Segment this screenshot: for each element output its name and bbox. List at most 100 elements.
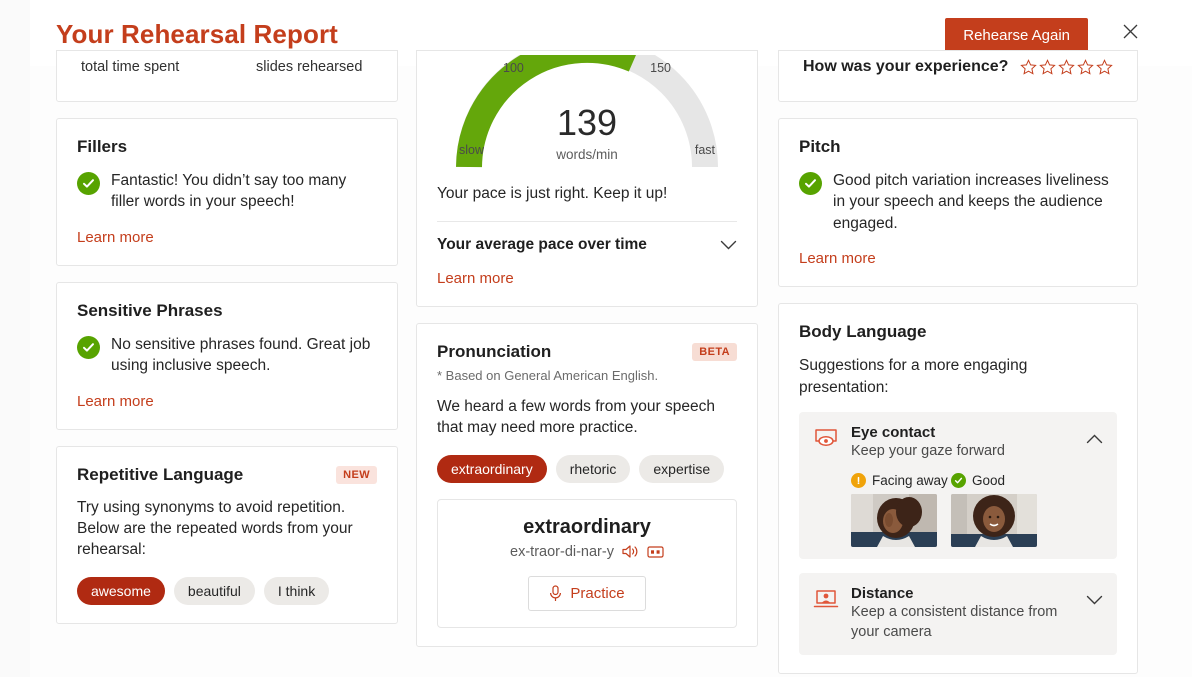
rehearse-again-button[interactable]: Rehearse Again xyxy=(945,18,1088,53)
pace-message: Your pace is just right. Keep it up! xyxy=(437,185,668,202)
check-circle-icon xyxy=(77,172,100,195)
example-good-label: Good xyxy=(972,473,1006,489)
eye-contact-examples: Facing away Good xyxy=(813,473,1103,548)
experience-label: How was your experience? xyxy=(803,58,1009,75)
pronunciation-syllables: ex-traor-di-nar-y xyxy=(510,543,614,560)
distance-title: Distance xyxy=(851,585,914,603)
pitch-title: Pitch xyxy=(799,137,841,156)
average-pace-label: Your average pace over time xyxy=(437,236,647,253)
pronunciation-title: Pronunciation xyxy=(437,342,552,361)
pronunciation-detail-word: extraordinary xyxy=(523,515,651,538)
body-language-item-eye-contact[interactable]: Eye contact Keep your gaze forward Facin… xyxy=(799,411,1117,560)
pronunciation-word-chip[interactable]: expertise xyxy=(639,454,725,483)
body-language-card: Body Language Suggestions for a more eng… xyxy=(778,303,1138,674)
body-language-title: Body Language xyxy=(799,322,927,342)
eye-contact-subtitle: Keep your gaze forward xyxy=(851,442,1005,459)
experience-card: How was your experience? xyxy=(778,50,1138,102)
star-outline-icon[interactable] xyxy=(1058,59,1075,75)
close-icon xyxy=(1123,24,1137,38)
pronunciation-note: * Based on General American English. xyxy=(437,368,659,383)
beta-badge: BETA xyxy=(692,343,737,361)
pace-value: 139 xyxy=(556,102,618,143)
chevron-down-icon xyxy=(720,240,737,249)
example-facing-away-thumbnail xyxy=(851,494,937,548)
fillers-learn-more-link[interactable]: Learn more xyxy=(77,229,154,246)
pronunciation-word-chip[interactable]: extraordinary xyxy=(437,454,547,483)
average-pace-toggle[interactable]: Your average pace over time xyxy=(437,236,737,254)
left-gutter xyxy=(0,0,30,677)
pace-unit: words/min xyxy=(556,147,618,162)
repeated-word-chip[interactable]: beautiful xyxy=(173,576,255,605)
stats-card: total time spent slides rehearsed xyxy=(56,50,398,102)
experience-row: How was your experience? xyxy=(799,58,1117,76)
slides-rehearsed-label: slides rehearsed xyxy=(256,59,363,75)
check-circle-icon xyxy=(77,335,100,359)
right-gutter xyxy=(1192,0,1200,677)
example-facing-away-label-row: Facing away xyxy=(851,473,948,489)
close-button[interactable] xyxy=(1115,16,1145,46)
practice-button-label: Practice xyxy=(570,584,625,602)
eye-contact-icon xyxy=(813,428,839,453)
example-facing-away-label: Facing away xyxy=(872,473,948,489)
gauge-tick-high: 150 xyxy=(650,61,671,75)
sensitive-phrases-learn-more-link[interactable]: Learn more xyxy=(77,393,154,410)
distance-header: Distance Keep a consistent distance from… xyxy=(813,585,1103,642)
pitch-message: Good pitch variation increases livelines… xyxy=(833,172,1109,232)
fillers-message: Fantastic! You didn’t say too many fille… xyxy=(111,172,347,211)
example-facing-away: Facing away xyxy=(851,473,948,548)
pitch-card: Pitch Good pitch variation increases liv… xyxy=(778,118,1138,288)
repetitive-language-title-row: Repetitive Language NEW xyxy=(77,465,377,485)
eye-contact-title: Eye contact xyxy=(851,423,936,441)
check-circle-icon xyxy=(799,172,822,195)
star-outline-icon[interactable] xyxy=(1096,59,1113,75)
pitch-learn-more-link[interactable]: Learn more xyxy=(799,250,876,267)
fillers-message-row: Fantastic! You didn’t say too many fille… xyxy=(77,170,377,213)
report-columns: total time spent slides rehearsed Filler… xyxy=(30,50,1192,677)
check-circle-icon xyxy=(951,473,966,489)
stats-label-row: total time spent slides rehearsed xyxy=(77,59,377,75)
sensitive-phrases-message-row: No sensitive phrases found. Great job us… xyxy=(77,334,377,377)
eye-contact-collapse-toggle[interactable] xyxy=(1086,432,1103,450)
column-left: total time spent slides rehearsed Filler… xyxy=(56,50,398,640)
repetitive-language-title: Repetitive Language xyxy=(77,464,244,484)
pace-card: 100 150 slow fast 139 words/min Your pac… xyxy=(416,50,758,307)
rehearsal-report-window: Your Rehearsal Report Rehearse Again tot… xyxy=(0,0,1200,677)
total-time-spent-label: total time spent xyxy=(81,59,180,75)
pronunciation-word-chip-list: extraordinary rhetoric expertise xyxy=(437,454,737,483)
pronunciation-card: Pronunciation BETA * Based on General Am… xyxy=(416,323,758,647)
eye-contact-header: Eye contact Keep your gaze forward xyxy=(813,424,1103,462)
distance-expand-toggle[interactable] xyxy=(1086,593,1103,611)
star-outline-icon[interactable] xyxy=(1020,59,1037,75)
pronunciation-word-chip[interactable]: rhetoric xyxy=(555,454,631,483)
pace-learn-more-link[interactable]: Learn more xyxy=(437,270,514,287)
repeated-words-chip-list: awesome beautiful I think xyxy=(77,576,377,605)
repeated-word-chip[interactable]: I think xyxy=(263,576,330,605)
pace-gauge: 100 150 slow fast 139 words/min xyxy=(437,55,737,175)
distance-subtitle: Keep a consistent distance from your cam… xyxy=(851,604,1058,640)
sensitive-phrases-message: No sensitive phrases found. Great job us… xyxy=(111,335,371,375)
star-rating[interactable] xyxy=(1020,59,1113,75)
sensitive-phrases-title: Sensitive Phrases xyxy=(77,300,223,320)
example-good-thumbnail xyxy=(951,494,1037,548)
slow-playback-icon[interactable] xyxy=(647,545,664,559)
chevron-down-icon xyxy=(1086,596,1103,605)
pronunciation-detail-panel: extraordinary ex-traor-di-nar-y Practice xyxy=(437,498,737,628)
repeated-word-chip[interactable]: awesome xyxy=(77,576,165,605)
repetitive-language-message: Try using synonyms to avoid repetition. … xyxy=(77,498,353,559)
star-outline-icon[interactable] xyxy=(1039,59,1056,75)
repetitive-language-card: Repetitive Language NEW Try using synony… xyxy=(56,445,398,624)
gauge-tick-low: 100 xyxy=(503,61,524,75)
body-language-intro: Suggestions for a more engaging presenta… xyxy=(799,357,1028,396)
speaker-icon[interactable] xyxy=(622,544,639,559)
chevron-up-icon xyxy=(1086,434,1103,444)
body-language-item-distance[interactable]: Distance Keep a consistent distance from… xyxy=(799,573,1117,655)
pronunciation-syllable-row: ex-traor-di-nar-y xyxy=(452,544,722,560)
fillers-title: Fillers xyxy=(77,137,128,156)
sensitive-phrases-card: Sensitive Phrases No sensitive phrases f… xyxy=(56,281,398,430)
eye-contact-texts: Eye contact Keep your gaze forward xyxy=(851,424,1074,462)
practice-button[interactable]: Practice xyxy=(528,575,646,611)
warning-icon xyxy=(851,473,866,489)
column-right: How was your experience? Pitch Good pitc… xyxy=(778,50,1138,677)
star-outline-icon[interactable] xyxy=(1077,59,1094,75)
distance-icon xyxy=(813,589,839,614)
